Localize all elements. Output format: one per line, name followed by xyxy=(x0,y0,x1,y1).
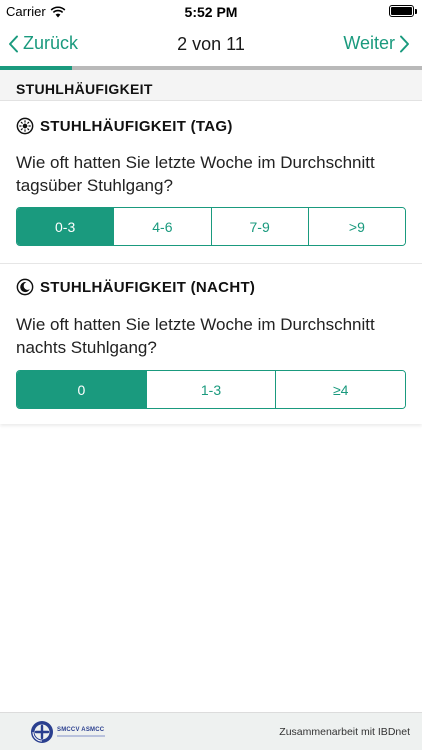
logo-underline xyxy=(57,735,105,737)
question-text-night: Wie oft hatten Sie letzte Woche im Durch… xyxy=(16,315,375,357)
chevron-right-icon xyxy=(400,35,409,52)
logo-wordmark: SMCCV ASMCC xyxy=(57,727,105,733)
question-title-night-label: STUHLHÄUFIGKEIT (NACHT) xyxy=(40,278,256,296)
question-card: STUHLHÄUFIGKEIT (TAG) Wie oft hatten Sie… xyxy=(0,100,422,424)
battery-icon xyxy=(389,5,417,17)
smccv-logo: SMCCV ASMCC xyxy=(30,720,105,744)
next-button[interactable]: Weiter xyxy=(343,33,410,54)
navigation-bar: Zurück 2 von 11 Weiter xyxy=(0,24,422,66)
option-night-4-plus[interactable]: ≥4 xyxy=(275,371,405,408)
moon-icon xyxy=(16,278,34,296)
status-bar: Carrier 5:52 PM xyxy=(0,0,422,24)
sun-icon xyxy=(16,117,34,135)
partner-credit: Zusammenarbeit mit IBDnet xyxy=(279,726,410,738)
next-button-label: Weiter xyxy=(343,33,395,53)
option-day-7-9[interactable]: 7-9 xyxy=(210,208,308,245)
question-text-day: Wie oft hatten Sie letzte Woche im Durch… xyxy=(16,153,375,195)
question-title-day-label: STUHLHÄUFIGKEIT (TAG) xyxy=(40,117,233,135)
option-night-0[interactable]: 0 xyxy=(17,371,146,408)
option-day-4-6[interactable]: 4-6 xyxy=(113,208,211,245)
section-header: STUHLHÄUFIGKEIT xyxy=(0,70,422,100)
option-night-1-3[interactable]: 1-3 xyxy=(145,371,276,408)
frequency-selector-night: 0 1-3 ≥4 xyxy=(16,370,406,409)
section-title: STUHLHÄUFIGKEIT xyxy=(16,81,153,97)
smccv-emblem-icon xyxy=(31,721,53,743)
footer: SMCCV ASMCC Zusammenarbeit mit IBDnet xyxy=(0,712,422,750)
frequency-selector-day: 0-3 4-6 7-9 >9 xyxy=(16,207,406,246)
option-day-over-9[interactable]: >9 xyxy=(307,208,405,245)
option-day-0-3[interactable]: 0-3 xyxy=(17,208,114,245)
question-title-day: STUHLHÄUFIGKEIT (TAG) xyxy=(16,117,233,135)
question-title-night: STUHLHÄUFIGKEIT (NACHT) xyxy=(16,278,255,296)
question-divider xyxy=(0,263,422,264)
clock: 5:52 PM xyxy=(184,4,238,20)
